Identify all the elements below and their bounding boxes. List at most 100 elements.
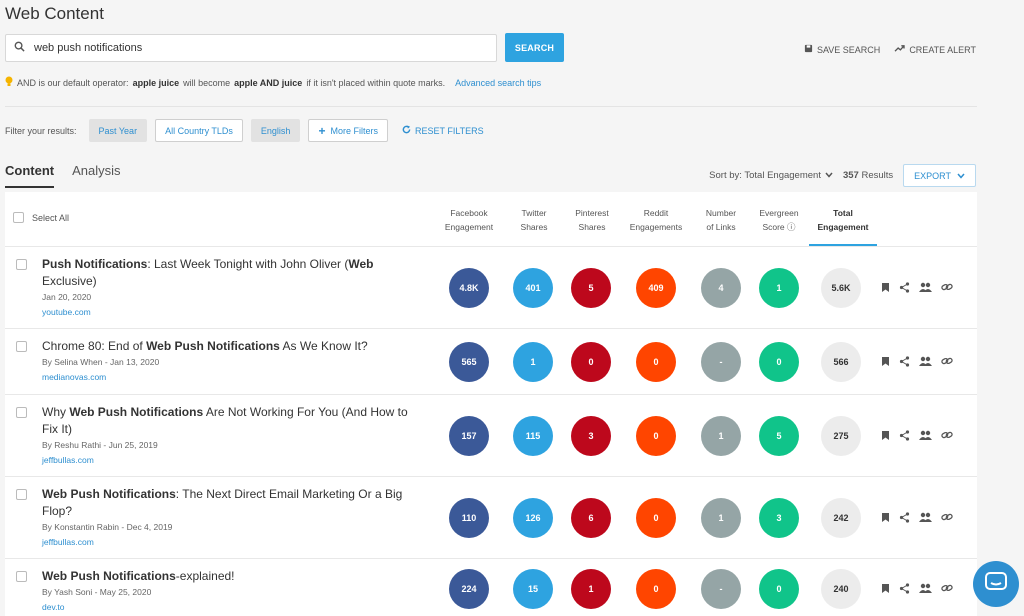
article-domain[interactable]: dev.to (42, 602, 422, 612)
facebook-engagement-value: 110 (449, 498, 489, 538)
header-facebook-engagement[interactable]: Facebook Engagement (437, 206, 501, 234)
bookmark-icon[interactable] (881, 430, 890, 444)
page-title: Web Content (5, 4, 104, 23)
share-icon[interactable] (899, 282, 910, 296)
facebook-engagement-value: 157 (449, 416, 489, 456)
article-title[interactable]: Chrome 80: End of Web Push Notifications… (42, 338, 422, 355)
total-engagement-value: 566 (821, 342, 861, 382)
row-checkbox[interactable] (16, 571, 27, 582)
reddit-engagements-value: 0 (636, 416, 676, 456)
bookmark-icon[interactable] (881, 583, 890, 597)
influencers-icon[interactable] (919, 430, 932, 444)
filter-country-chip[interactable]: All Country TLDs (155, 119, 243, 142)
results-count: 357 (842, 170, 859, 181)
bookmark-icon[interactable] (881, 356, 890, 370)
more-filters-button[interactable]: + More Filters (308, 119, 388, 142)
save-icon (804, 44, 813, 55)
table-body: Push Notifications: Last Week Tonight wi… (5, 247, 977, 616)
chat-icon (985, 571, 1007, 597)
row-checkbox[interactable] (16, 407, 27, 418)
share-icon[interactable] (899, 430, 910, 444)
article-meta: By Selina When - Jan 13, 2020 (42, 357, 160, 367)
hint-text-2: will become (183, 77, 231, 88)
row-checkbox[interactable] (16, 259, 27, 270)
facebook-engagement-value: 565 (449, 342, 489, 382)
bookmark-icon[interactable] (881, 512, 890, 526)
chevron-down-icon (825, 170, 833, 181)
article-info: Web Push Notifications: The Next Direct … (42, 486, 422, 547)
select-all-checkbox[interactable] (13, 212, 24, 223)
article-domain[interactable]: jeffbullas.com (42, 537, 422, 547)
link-icon[interactable] (941, 583, 953, 597)
table-row: Web Push Notifications: The Next Direct … (5, 477, 977, 559)
tab-analysis[interactable]: Analysis (72, 163, 120, 188)
article-info: Why Web Push Notifications Are Not Worki… (42, 404, 422, 465)
filter-language-chip[interactable]: English (250, 119, 301, 142)
search-button[interactable]: SEARCH (505, 33, 564, 62)
table-row: Push Notifications: Last Week Tonight wi… (5, 247, 977, 329)
row-checkbox[interactable] (16, 489, 27, 500)
header-pinterest-shares[interactable]: Pinterest Shares (560, 206, 624, 234)
trend-icon (894, 44, 905, 55)
facebook-engagement-value: 224 (449, 569, 489, 609)
table-row: Why Web Push Notifications Are Not Worki… (5, 395, 977, 477)
table-row: Chrome 80: End of Web Push Notifications… (5, 329, 977, 395)
reddit-engagements-value: 409 (636, 268, 676, 308)
evergreen-score-value: 1 (759, 268, 799, 308)
pinterest-shares-value: 3 (571, 416, 611, 456)
filter-date-chip[interactable]: Past Year (88, 119, 148, 142)
influencers-icon[interactable] (919, 583, 932, 597)
number-of-links-value: 1 (701, 416, 741, 456)
number-of-links-value: - (701, 342, 741, 382)
link-icon[interactable] (941, 282, 953, 296)
link-icon[interactable] (941, 356, 953, 370)
article-domain[interactable]: medianovas.com (42, 372, 422, 382)
influencers-icon[interactable] (919, 356, 932, 370)
facebook-engagement-value: 4.8K (449, 268, 489, 308)
reset-filters-button[interactable]: RESET FILTERS (402, 125, 484, 136)
link-icon[interactable] (941, 512, 953, 526)
article-title[interactable]: Push Notifications: Last Week Tonight wi… (42, 256, 422, 290)
link-icon[interactable] (941, 430, 953, 444)
article-meta: By Konstantin Rabin - Dec 4, 2019 (42, 522, 173, 532)
select-all[interactable]: Select All (13, 212, 69, 223)
influencers-icon[interactable] (919, 512, 932, 526)
share-icon[interactable] (899, 583, 910, 597)
advanced-search-tips-link[interactable]: Advanced search tips (455, 78, 541, 88)
article-info: Push Notifications: Last Week Tonight wi… (42, 256, 422, 317)
results-count-wrap: 357 Results (843, 170, 893, 181)
number-of-links-value: 1 (701, 498, 741, 538)
header-reddit-engagements[interactable]: Reddit Engagements (624, 206, 688, 234)
total-engagement-value: 242 (821, 498, 861, 538)
header-number-of-links[interactable]: Number of Links (689, 206, 753, 234)
share-icon[interactable] (899, 356, 910, 370)
influencers-icon[interactable] (919, 282, 932, 296)
article-domain[interactable]: jeffbullas.com (42, 455, 422, 465)
evergreen-score-value: 5 (759, 416, 799, 456)
search-hint: AND is our default operator: apple juice… (5, 76, 541, 89)
create-alert-button[interactable]: CREATE ALERT (894, 44, 976, 55)
article-title[interactable]: Web Push Notifications-explained! (42, 568, 422, 585)
header-total-engagement[interactable]: Total Engagement (811, 206, 875, 234)
article-domain[interactable]: youtube.com (42, 307, 422, 317)
row-checkbox[interactable] (16, 341, 27, 352)
chat-launcher-button[interactable] (973, 561, 1019, 607)
sort-dropdown[interactable]: Sort by: Total Engagement (709, 170, 833, 181)
table-row: Web Push Notifications-explained! By Yash… (5, 559, 977, 616)
evergreen-score-value: 0 (759, 569, 799, 609)
header-twitter-shares[interactable]: Twitter Shares (502, 206, 566, 234)
twitter-shares-value: 126 (513, 498, 553, 538)
share-icon[interactable] (899, 512, 910, 526)
pinterest-shares-value: 6 (571, 498, 611, 538)
bookmark-icon[interactable] (881, 282, 890, 296)
article-title[interactable]: Why Web Push Notifications Are Not Worki… (42, 404, 422, 438)
results-table: Select All Facebook Engagement Twitter Sha… (5, 192, 977, 616)
search-box[interactable] (5, 34, 497, 62)
hint-example-2: apple AND juice (234, 77, 303, 88)
tab-content[interactable]: Content (5, 163, 55, 188)
search-input[interactable] (32, 42, 472, 54)
export-button[interactable]: EXPORT (903, 164, 976, 187)
article-title[interactable]: Web Push Notifications: The Next Direct … (42, 486, 422, 520)
save-search-button[interactable]: SAVE SEARCH (804, 44, 880, 55)
header-evergreen-score[interactable]: Evergreen Score ⓘ (747, 206, 811, 234)
